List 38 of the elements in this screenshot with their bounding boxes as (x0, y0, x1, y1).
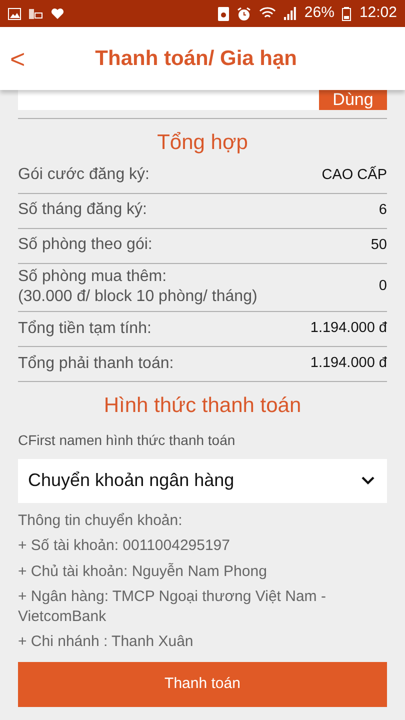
row-label: Tổng phải thanh toán: (18, 354, 174, 374)
back-button[interactable]: < (0, 46, 36, 72)
row-value: CAO CẤP (322, 165, 387, 185)
row-value: 50 (370, 236, 387, 255)
signal-icon (284, 7, 296, 20)
row-value: 1.194.000 đ (310, 354, 387, 374)
section-title: Hình thức thanh toán (102, 393, 302, 420)
row-label: Tổng tiền tạm tính: (18, 318, 152, 339)
section-title: Tổng hợp (156, 130, 249, 156)
row-label: Gói cước đăng ký: (18, 165, 150, 186)
wifi-icon (259, 7, 276, 20)
chevron-down-icon (361, 476, 375, 486)
payment-method-dropdown[interactable]: Chuyển khoản ngân hàng (18, 458, 387, 503)
field-label: CFirst namen hình thức thanh toán (18, 430, 236, 450)
row-label: Số phòng mua thêm: (18, 266, 168, 286)
row-value: 6 (378, 200, 387, 220)
transfer-info-line: Thông tin chuyển khoản: (18, 510, 184, 530)
clock-time: 12:02 (359, 3, 397, 24)
row-note: (30.000 đ/ block 10 phòng/ tháng) (18, 287, 258, 308)
screen-title: Thanh toán/ Gia hạn (95, 46, 298, 70)
promo-code-field[interactable] (18, 90, 319, 110)
apply-button[interactable]: Dùng (319, 90, 387, 110)
transfer-info-line: + Ngân hàng: TMCP Ngoại thương Việt Nam - VietcomBank (18, 587, 327, 626)
transfer-info-line: + Chủ tài khoản: Nguyễn Nam Phong (18, 562, 268, 582)
heart-icon (51, 8, 64, 20)
row-value: 0 (378, 277, 387, 296)
row-value: 1.194.000 đ (310, 319, 387, 338)
pay-button[interactable]: Thanh toán (18, 662, 387, 707)
alarm-icon (237, 6, 252, 20)
row-label: Số phòng theo gói: (18, 235, 152, 256)
transfer-info-line: + Số tài khoản: 0011004295197 (18, 536, 231, 556)
battery-saver-icon (218, 6, 230, 20)
battery-icon (342, 6, 352, 20)
row-label: Số tháng đăng ký: (18, 200, 147, 220)
gallery-icon (8, 8, 21, 20)
notification-icon (29, 8, 43, 20)
battery-percentage: 26% (304, 3, 334, 24)
transfer-info-line: + Chi nhánh : Thanh Xuân (18, 632, 194, 652)
